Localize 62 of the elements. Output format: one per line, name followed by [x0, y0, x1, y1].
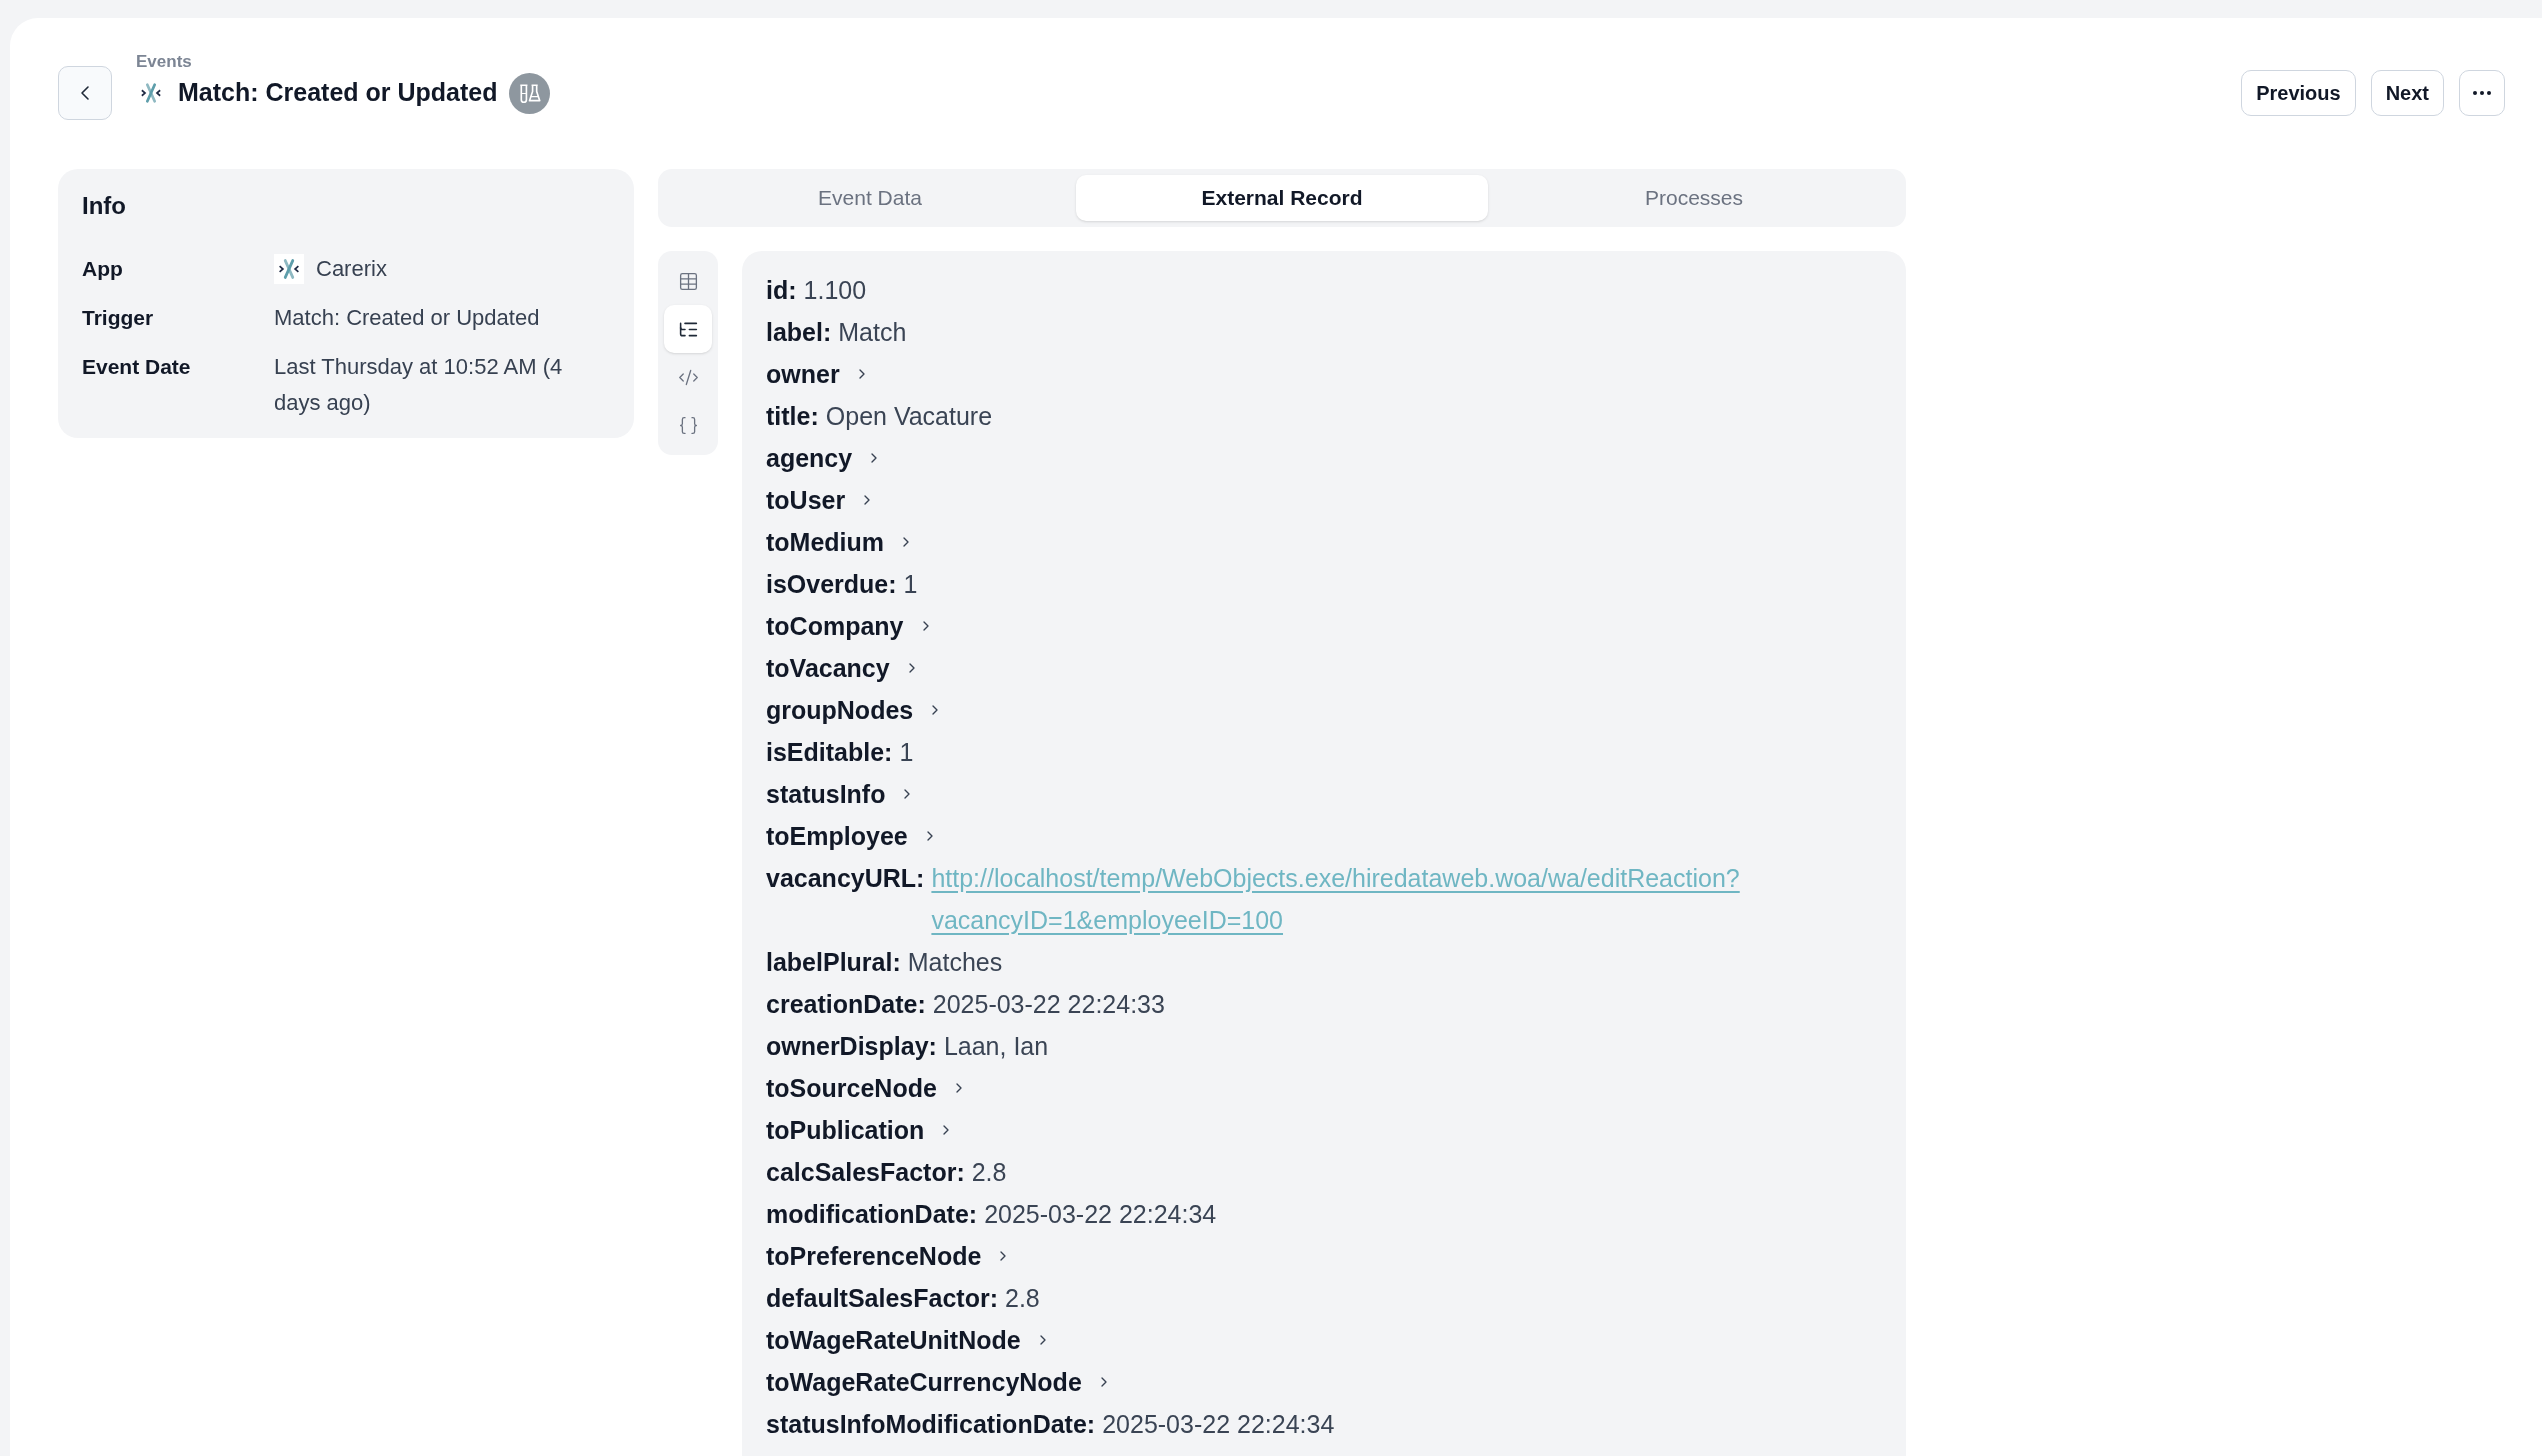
- field-key: calcSalesFactor:: [766, 1151, 965, 1193]
- field-key: ownerDisplay:: [766, 1025, 937, 1067]
- back-button[interactable]: [58, 66, 112, 120]
- field-key: creationDate:: [766, 983, 926, 1025]
- info-label: Event Date: [82, 354, 191, 380]
- field-key: modificationDate:: [766, 1193, 978, 1235]
- field-value: 1: [903, 569, 918, 600]
- field-value: Laan, Ian: [943, 1031, 1049, 1062]
- field-value: Matches: [907, 947, 1003, 978]
- info-value: Carerix: [316, 255, 387, 283]
- field-key: vacancyURL:: [766, 857, 925, 899]
- field-toggle[interactable]: toUser: [766, 479, 876, 521]
- view-mode-button[interactable]: [664, 305, 712, 353]
- info-title: Info: [82, 191, 127, 221]
- braces-icon: [677, 414, 699, 436]
- field-value: 2.8: [971, 1157, 1007, 1188]
- info-label: App: [82, 256, 123, 282]
- info-value: Last Thursday at 10:52 AM (4 days ago): [274, 353, 564, 417]
- field-key: id:: [766, 269, 797, 311]
- field-toggle[interactable]: toCompany: [766, 605, 934, 647]
- info-label: Trigger: [82, 305, 154, 331]
- app-logo-icon: [274, 254, 304, 284]
- field-toggle[interactable]: owner: [766, 353, 870, 395]
- field-toggle[interactable]: toVacancy: [766, 647, 920, 689]
- field-value: 1.100: [803, 275, 867, 306]
- field-value: 2.8: [1005, 1283, 1040, 1314]
- info-value: Match: Created or Updated: [274, 304, 540, 332]
- field-value: Match: [838, 317, 907, 348]
- ellipsis-icon: [2473, 91, 2491, 95]
- field-toggle[interactable]: toSourceNode: [766, 1067, 967, 1109]
- field-key: isEditable:: [766, 731, 893, 773]
- field-toggle[interactable]: statusInfo: [766, 773, 916, 815]
- field-toggle[interactable]: groupNodes: [766, 689, 944, 731]
- field-value: 2025-03-22 22:24:33: [932, 989, 1165, 1020]
- field-toggle[interactable]: toPreferenceNode: [766, 1235, 1012, 1277]
- breadcrumb-label: Events: [136, 51, 192, 73]
- more-button[interactable]: [2459, 70, 2505, 116]
- nav-button[interactable]: Next: [2370, 70, 2444, 116]
- field-toggle[interactable]: agency: [766, 437, 883, 479]
- field-toggle[interactable]: toEmployee: [766, 815, 938, 857]
- page-title: Match: Created or Updated: [178, 77, 498, 109]
- field-toggle[interactable]: toPublication: [766, 1109, 955, 1151]
- flask-icon: [509, 72, 551, 114]
- tab[interactable]: Event Data: [664, 175, 1076, 221]
- tab[interactable]: Processes: [1488, 175, 1900, 221]
- field-key: defaultSalesFactor:: [766, 1277, 998, 1319]
- nav-button[interactable]: Previous: [2241, 70, 2356, 116]
- app-logo-icon: [140, 82, 162, 104]
- field-key: labelPlural:: [766, 941, 901, 983]
- field-key: label:: [766, 311, 832, 353]
- field-toggle[interactable]: toWageRateUnitNode: [766, 1319, 1051, 1361]
- field-value: 1: [899, 737, 914, 768]
- field-key: title:: [766, 395, 819, 437]
- field-value: 2025-03-22 22:24:34: [1102, 1409, 1335, 1440]
- field-toggle[interactable]: toWageRateCurrencyNode: [766, 1361, 1112, 1403]
- field-key: isOverdue:: [766, 563, 897, 605]
- field-toggle[interactable]: toMedium: [766, 521, 915, 563]
- tab[interactable]: External Record: [1076, 175, 1488, 221]
- field-value: Open Vacature: [825, 401, 993, 432]
- table-icon: [677, 270, 699, 292]
- field-value: 2025-03-22 22:24:34: [984, 1199, 1217, 1230]
- field-key: statusInfoModificationDate:: [766, 1403, 1096, 1445]
